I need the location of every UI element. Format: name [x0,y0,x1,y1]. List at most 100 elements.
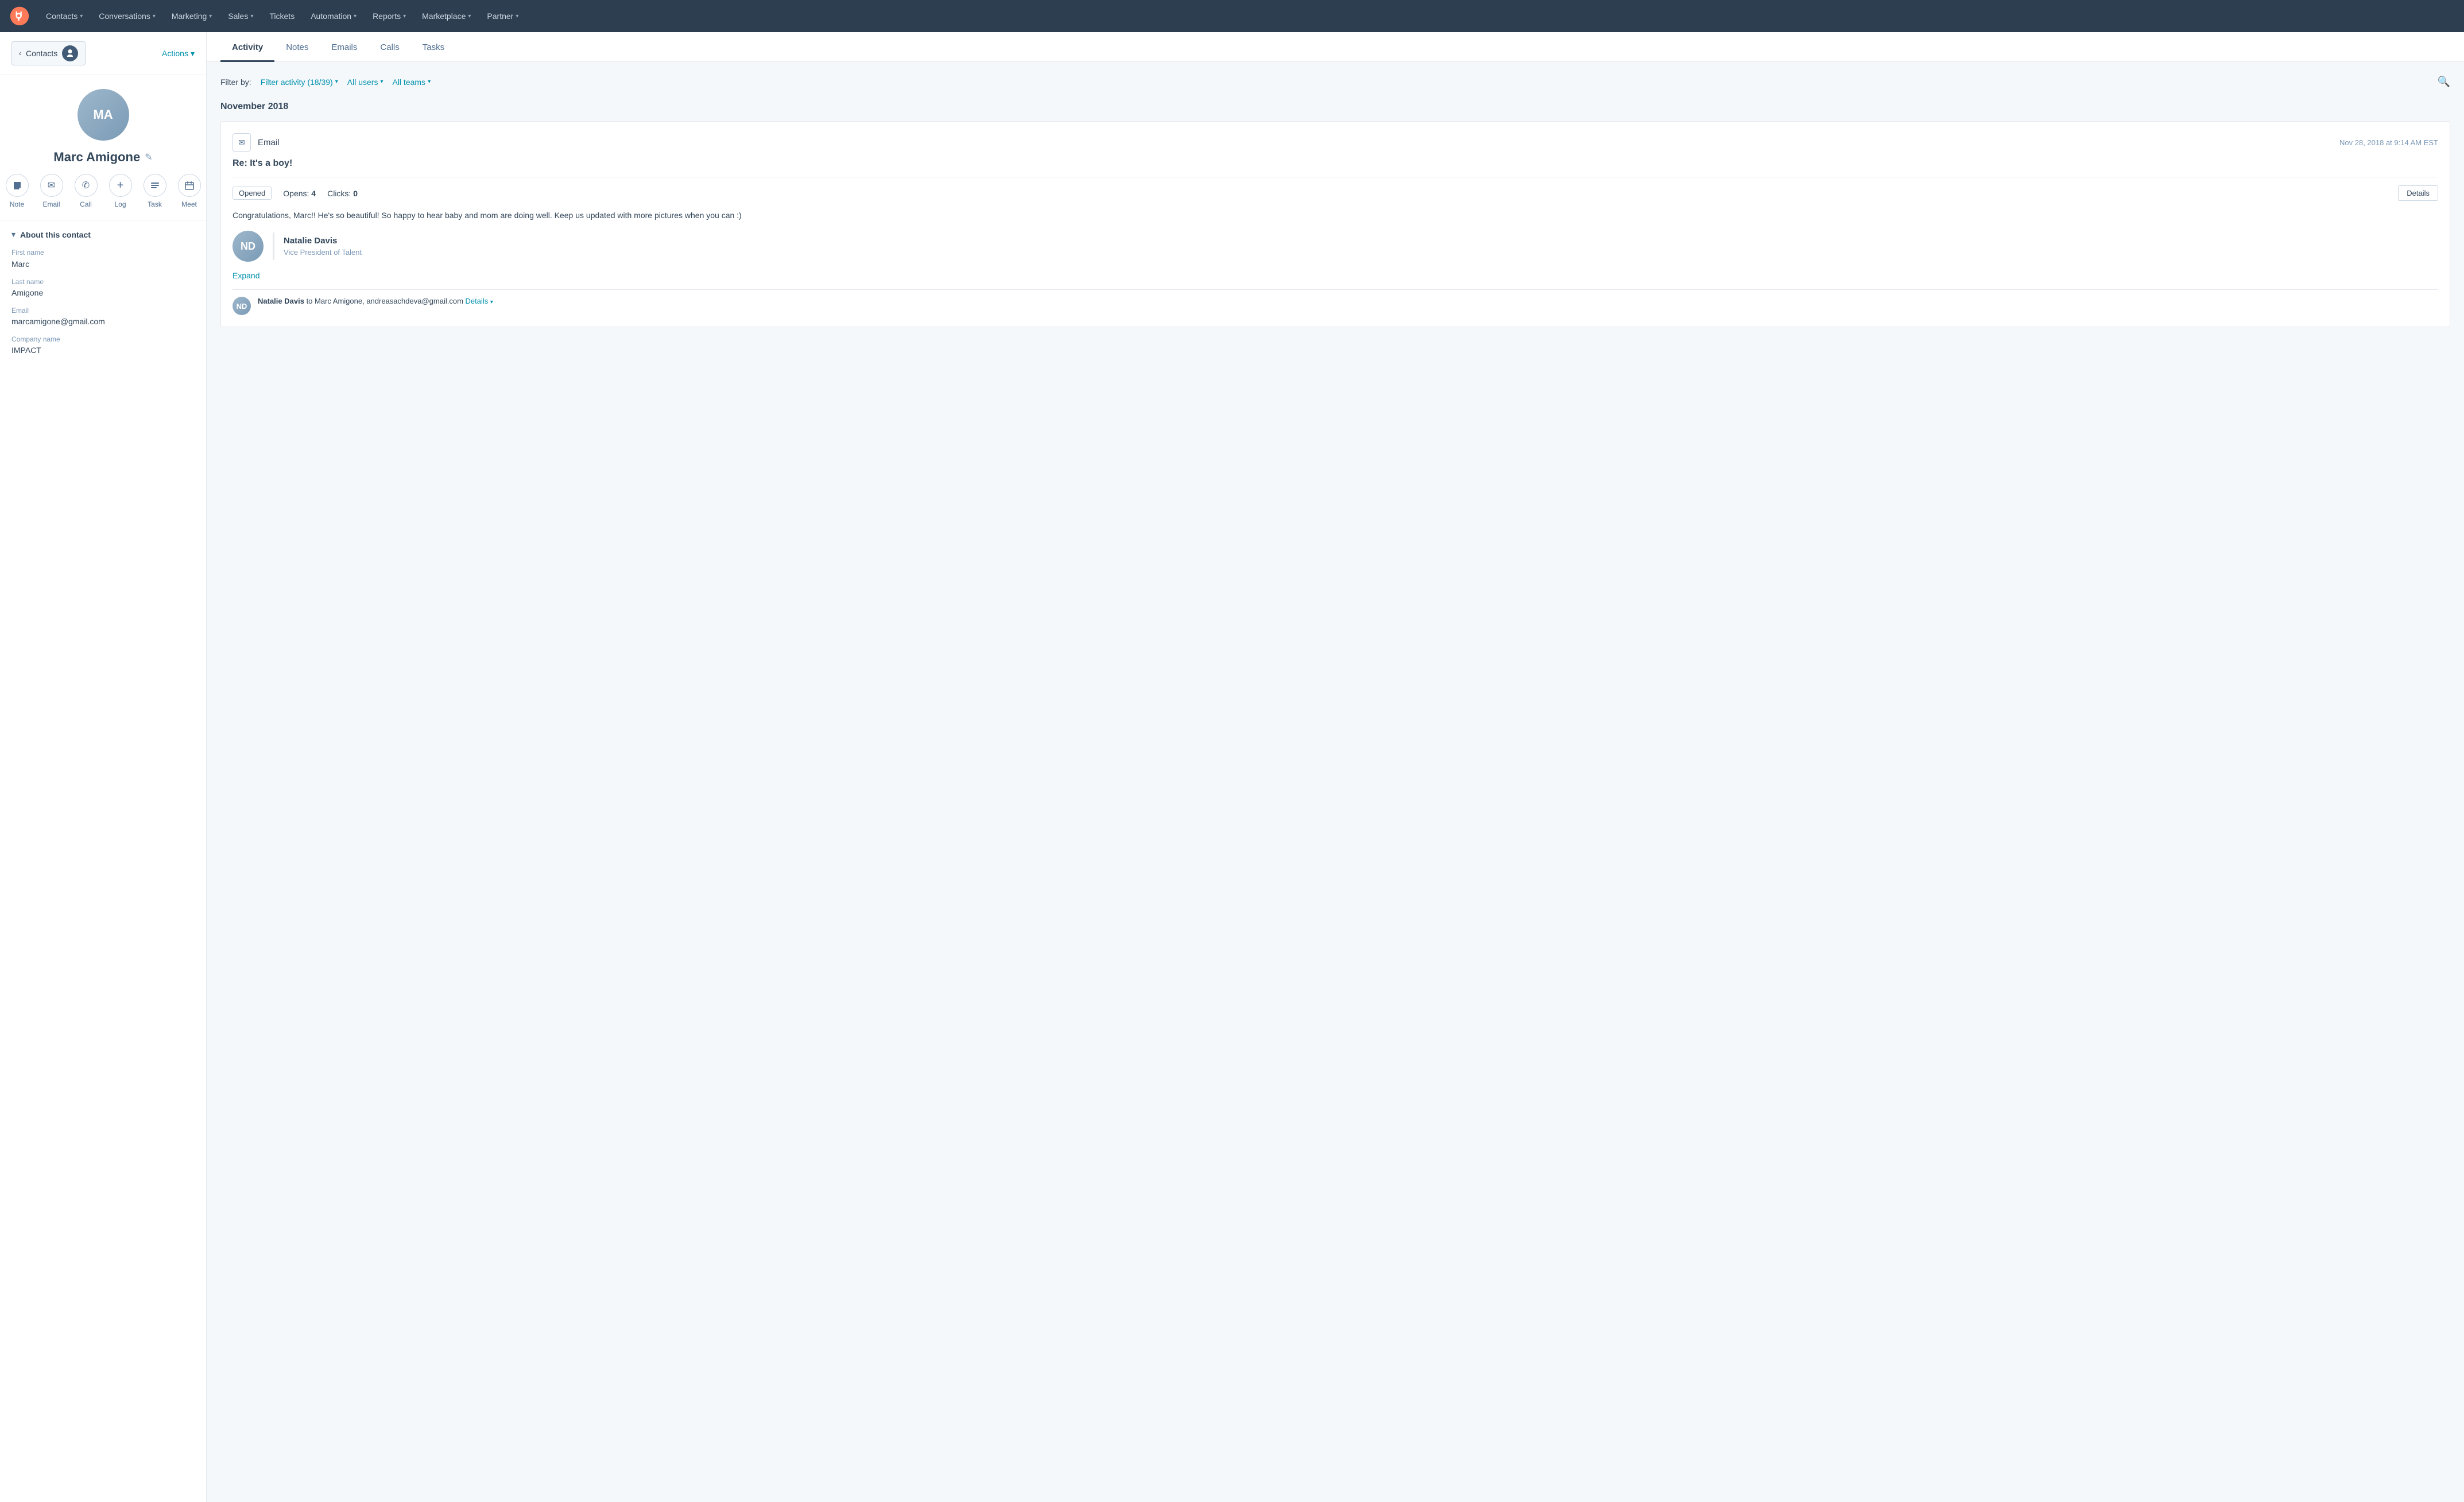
sender-info: Natalie Davis Vice President of Talent [284,236,362,257]
meet-icon [178,174,201,197]
nav-marketing[interactable]: Marketing ▾ [165,7,219,25]
task-button[interactable]: Task [144,174,166,208]
search-button[interactable]: 🔍 [2438,76,2450,88]
left-sidebar: ‹ Contacts Actions ▾ MA Marc Amigone ✎ [0,32,207,1502]
email-button[interactable]: ✉ Email [40,174,63,208]
users-filter-chevron-icon: ▾ [380,79,383,85]
note-button[interactable]: Note [6,174,29,208]
nav-sales[interactable]: Sales ▾ [221,7,260,25]
meet-button[interactable]: Meet [178,174,201,208]
avatar: MA [78,89,129,141]
nav-marketplace-chevron: ▾ [468,13,471,20]
expand-link[interactable]: Expand [233,271,2438,280]
first-name-label: First name [11,249,195,257]
company-name-field: Company name IMPACT [11,335,195,355]
search-icon[interactable]: 🔍 [2438,76,2450,87]
activity-filter-label: Filter activity (18/39) [261,77,333,87]
nav-reports[interactable]: Reports ▾ [366,7,413,25]
tab-calls[interactable]: Calls [369,32,410,62]
nav-tickets[interactable]: Tickets [262,7,301,25]
call-label: Call [80,200,92,208]
action-buttons: Note ✉ Email ✆ Call + Log [6,174,201,208]
note-label: Note [10,200,24,208]
about-title: About this contact [20,230,91,239]
users-filter-label: All users [347,77,378,87]
tab-tasks[interactable]: Tasks [411,32,456,62]
email-type-icon: ✉ [233,133,251,152]
edit-icon[interactable]: ✎ [145,152,152,163]
details-button[interactable]: Details [2398,185,2438,201]
nav-partner[interactable]: Partner ▾ [480,7,525,25]
tab-notes[interactable]: Notes [274,32,320,62]
nav-contacts[interactable]: Contacts ▾ [39,7,90,25]
reply-avatar: ND [233,297,251,315]
clicks-value: 0 [353,189,358,198]
hubspot-logo[interactable] [9,6,30,26]
reply-info: Natalie Davis to Marc Amigone, andreasac… [258,297,493,305]
avatar-image: MA [78,89,129,141]
card-subject: Re: It's a boy! [233,158,2438,169]
nav-conversations[interactable]: Conversations ▾ [92,7,162,25]
sender-name: Natalie Davis [284,236,362,246]
about-header[interactable]: ▾ About this contact [11,230,195,239]
activity-filter-chevron-icon: ▾ [335,79,338,85]
call-icon: ✆ [75,174,98,197]
log-button[interactable]: + Log [109,174,132,208]
card-header: ✉ Email Nov 28, 2018 at 9:14 AM EST [233,133,2438,152]
email-field: Email marcamigone@gmail.com [11,306,195,326]
filter-bar: Filter by: Filter activity (18/39) ▾ All… [220,76,2450,88]
clicks-label: Clicks: [327,189,351,198]
reply-name: Natalie Davis [258,297,304,305]
teams-filter-button[interactable]: All teams ▾ [392,77,431,87]
sender-row: ND Natalie Davis Vice President of Talen… [233,231,2438,262]
sender-title: Vice President of Talent [284,248,362,257]
back-chevron-icon: ‹ [19,49,21,57]
about-chevron-icon: ▾ [11,230,16,239]
first-name-field: First name Marc ⊞ [11,249,195,269]
contact-profile: MA Marc Amigone ✎ Note ✉ Email ✆ [0,75,206,220]
contacts-back-button[interactable]: ‹ Contacts [11,41,86,65]
top-navigation: Contacts ▾ Conversations ▾ Marketing ▾ S… [0,0,2464,32]
last-name-field: Last name Amigone [11,278,195,297]
card-stats: Opened Opens: 4 Clicks: 0 Details [233,185,2438,201]
filter-by-label: Filter by: [220,77,251,87]
tab-activity[interactable]: Activity [220,32,274,62]
company-name-label: Company name [11,335,195,343]
opens-label: Opens: [283,189,309,198]
nav-reports-chevron: ▾ [403,13,406,20]
sender-avatar-image: ND [233,231,264,262]
nav-conversations-chevron: ▾ [153,13,156,20]
email-value: marcamigone@gmail.com [11,317,105,326]
actions-button[interactable]: Actions ▾ [162,49,195,59]
sidebar-header: ‹ Contacts Actions ▾ [0,32,206,75]
log-icon: + [109,174,132,197]
activity-filter-button[interactable]: Filter activity (18/39) ▾ [261,77,338,87]
nav-marketplace[interactable]: Marketplace ▾ [415,7,478,25]
opens-stat: Opens: 4 [283,189,316,198]
card-header-left: ✉ Email [233,133,280,152]
email-icon: ✉ [40,174,63,197]
contact-name: Marc Amigone [53,150,140,165]
reply-row: ND Natalie Davis to Marc Amigone, andrea… [233,289,2438,315]
clicks-stat: Clicks: 0 [327,189,358,198]
call-button[interactable]: ✆ Call [75,174,98,208]
nav-partner-chevron: ▾ [516,13,518,20]
nav-contacts-chevron: ▾ [80,13,83,20]
teams-filter-chevron-icon: ▾ [428,79,431,85]
back-label: Contacts [26,49,57,58]
company-name-value: IMPACT [11,346,41,355]
reply-details-link[interactable]: Details [466,297,489,305]
sender-avatar: ND [233,231,264,262]
main-layout: ‹ Contacts Actions ▾ MA Marc Amigone ✎ [0,32,2464,1502]
log-label: Log [114,200,126,208]
nav-marketing-chevron: ▾ [209,13,212,20]
card-type: Email [258,138,280,148]
right-content: Activity Notes Emails Calls Tasks Filter… [207,32,2464,1502]
about-section: ▾ About this contact First name Marc ⊞ L… [0,220,206,373]
task-icon [144,174,166,197]
note-icon [6,174,29,197]
tab-emails[interactable]: Emails [320,32,369,62]
users-filter-button[interactable]: All users ▾ [347,77,383,87]
nav-automation[interactable]: Automation ▾ [304,7,363,25]
first-name-value: Marc [11,259,29,269]
